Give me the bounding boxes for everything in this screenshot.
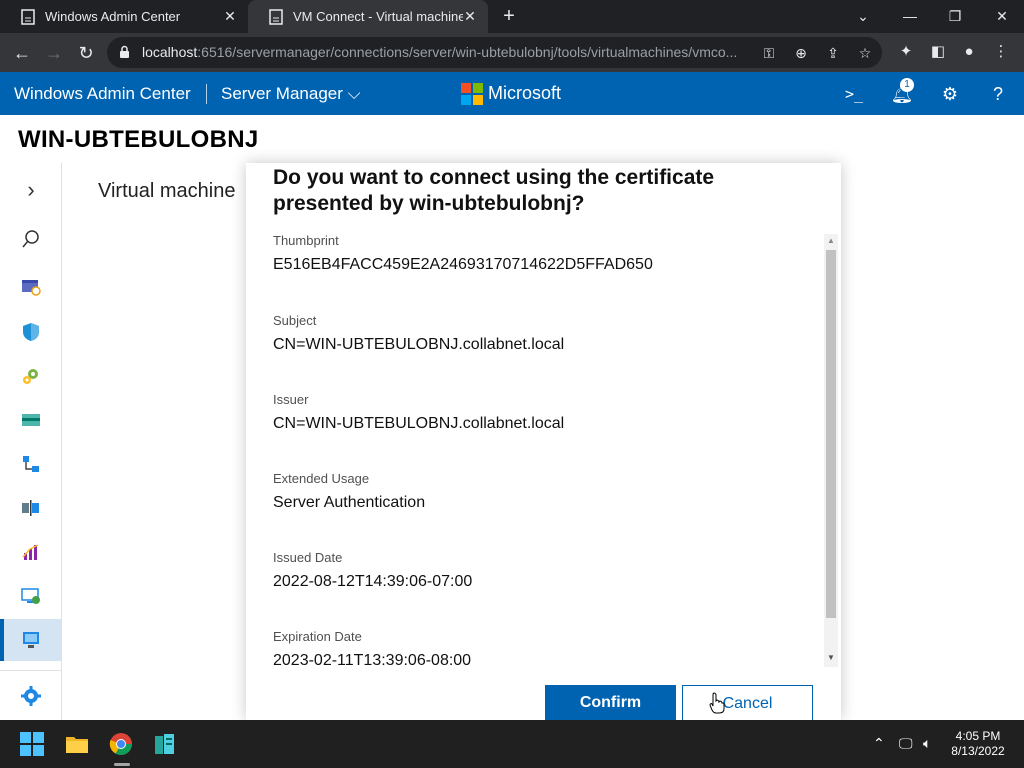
system-clock[interactable]: 4:05 PM 8/13/2022 — [948, 729, 1008, 759]
windows-taskbar: ⌃ 🖵︎ 🔈︎ 4:05 PM 8/13/2022 — [0, 720, 1024, 768]
field-subject: Subject CN=WIN-UBTEBULOBNJ.collabnet.loc… — [273, 313, 813, 354]
close-tab-icon[interactable]: ✕ — [222, 8, 238, 24]
reload-button[interactable]: ↻ — [73, 40, 99, 66]
key-icon[interactable]: ⚿ — [759, 43, 779, 63]
url-text: localhost:6516/servermanager/connections… — [142, 44, 738, 60]
minimize-button[interactable]: — — [896, 4, 924, 28]
field-value: 2022-08-12T14:39:06-07:00 — [273, 573, 473, 590]
certificate-details: Thumbprint E516EB4FACC459E2A246931707146… — [273, 233, 813, 666]
field-label: Subject — [273, 313, 317, 328]
scroll-down-arrow-icon[interactable]: ▼ — [827, 653, 835, 662]
field-issued-date: Issued Date 2022-08-12T14:39:06-07:00 — [273, 550, 813, 591]
close-window-button[interactable]: ✕ — [988, 4, 1016, 28]
network-icon[interactable]: 🖵︎ — [899, 735, 913, 752]
scroll-up-arrow-icon[interactable]: ▲ — [827, 236, 835, 245]
tools-sidebar: › — [0, 163, 62, 720]
field-expiration-date: Expiration Date 2023-02-11T13:39:06-08:0… — [273, 629, 813, 666]
section-switcher[interactable]: Server Manager ⌵ — [221, 84, 361, 104]
virtual-machines-icon[interactable] — [20, 629, 42, 651]
field-label: Extended Usage — [273, 471, 370, 486]
close-tab-icon[interactable]: ✕ — [462, 8, 478, 24]
settings-gear-icon[interactable] — [20, 685, 42, 707]
notification-badge: 1 — [900, 78, 914, 92]
document-icon — [269, 8, 283, 25]
field-value: 2023-02-11T13:39:06-08:00 — [273, 652, 472, 666]
more-menu-icon[interactable]: ⋮ — [990, 41, 1012, 63]
settings-gear-icon[interactable]: ⚙ — [938, 82, 962, 106]
vendor-name: Microsoft — [488, 83, 562, 103]
updates-icon[interactable] — [20, 585, 42, 607]
brand-title[interactable]: Windows Admin Center — [14, 84, 191, 104]
hand-cursor-icon — [709, 692, 725, 714]
clock-date: 8/13/2022 — [951, 744, 1005, 758]
services-gears-icon[interactable] — [20, 365, 42, 387]
tab-windows-admin-center[interactable]: Windows Admin Center ✕ — [0, 0, 248, 33]
share-icon[interactable]: ⇪ — [823, 43, 843, 63]
profile-icon[interactable]: ● — [958, 41, 980, 63]
side-panel-icon[interactable]: ◧ — [927, 41, 949, 63]
microsoft-logo — [461, 83, 483, 105]
field-label: Expiration Date — [273, 629, 362, 644]
scheduled-tasks-icon[interactable] — [20, 276, 42, 298]
windows-start-icon[interactable] — [20, 732, 44, 756]
chevron-down-icon: ⌵ — [347, 84, 361, 103]
security-shield-icon[interactable] — [20, 321, 42, 343]
active-nav-indicator — [0, 619, 4, 661]
volume-icon[interactable]: 🔈︎ — [923, 735, 931, 752]
forward-button[interactable]: → — [41, 40, 67, 66]
wac-header: Windows Admin Center Server Manager ⌵ Mi… — [0, 72, 1024, 115]
roles-features-icon[interactable] — [20, 497, 42, 519]
restore-button[interactable]: ❐ — [941, 4, 969, 28]
tab-title: Windows Admin Center — [45, 9, 181, 24]
field-issuer: Issuer CN=WIN-UBTEBULOBNJ.collabnet.loca… — [273, 392, 813, 433]
browser-toolbar: ← → ↻ localhost:6516/servermanager/conne… — [0, 33, 1024, 72]
dialog-title: Do you want to connect using the certifi… — [273, 166, 715, 215]
back-button[interactable]: ← — [9, 40, 35, 66]
lock-icon — [120, 45, 129, 58]
bookmark-star-icon[interactable]: ☆ — [855, 43, 875, 63]
details-scrollbar[interactable]: ▲ ▼ — [824, 234, 838, 667]
document-icon — [21, 8, 35, 25]
storage-icon[interactable] — [20, 409, 42, 431]
extensions-puzzle-icon[interactable]: ✦ — [895, 41, 917, 63]
server-name-heading: WIN-UBTEBULOBNJ — [18, 126, 259, 153]
field-value: E516EB4FACC459E2A24693170714622D5FFAD650 — [273, 256, 653, 273]
help-icon[interactable]: ? — [986, 82, 1010, 106]
cancel-button[interactable]: Cancel — [682, 685, 813, 720]
certificate-dialog: Do you want to connect using the certifi… — [246, 163, 841, 720]
network-icon[interactable] — [20, 453, 42, 475]
expand-chevron-icon[interactable]: › — [20, 179, 42, 201]
file-explorer-icon[interactable] — [65, 732, 89, 756]
show-hidden-icons-chevron[interactable]: ⌃ — [873, 735, 885, 752]
performance-chart-icon[interactable] — [20, 541, 42, 563]
field-value: Server Authentication — [273, 494, 426, 511]
tab-vm-connect[interactable]: VM Connect - Virtual machines - ✕ — [248, 0, 488, 33]
address-bar[interactable]: localhost:6516/servermanager/connections… — [107, 37, 882, 68]
confirm-button[interactable]: Confirm — [545, 685, 676, 720]
server-manager-icon[interactable] — [153, 732, 177, 756]
browser-tab-strip: Windows Admin Center ✕ VM Connect - Virt… — [0, 0, 1024, 33]
field-value: CN=WIN-UBTEBULOBNJ.collabnet.local — [273, 415, 565, 432]
header-divider — [206, 84, 207, 104]
field-value: CN=WIN-UBTEBULOBNJ.collabnet.local — [273, 336, 565, 353]
field-thumbprint: Thumbprint E516EB4FACC459E2A246931707146… — [273, 233, 813, 274]
tab-search-chevron-icon[interactable]: ⌄ — [849, 4, 877, 28]
page-title: Virtual machine — [98, 180, 236, 202]
field-extended-usage: Extended Usage Server Authentication — [273, 471, 813, 512]
field-label: Issuer — [273, 392, 309, 407]
active-app-indicator — [114, 763, 130, 766]
tab-title: VM Connect - Virtual machines - — [293, 9, 463, 24]
new-tab-button[interactable]: + — [498, 5, 520, 27]
powershell-icon[interactable]: >_ — [842, 82, 866, 106]
scrollbar-thumb[interactable] — [826, 250, 836, 618]
zoom-icon[interactable]: ⊕ — [791, 43, 811, 63]
chrome-icon[interactable] — [109, 732, 133, 756]
field-label: Issued Date — [273, 550, 343, 565]
sidebar-divider — [0, 670, 61, 671]
clock-time: 4:05 PM — [955, 729, 1001, 743]
field-label: Thumbprint — [273, 233, 339, 248]
search-icon[interactable] — [20, 228, 42, 250]
